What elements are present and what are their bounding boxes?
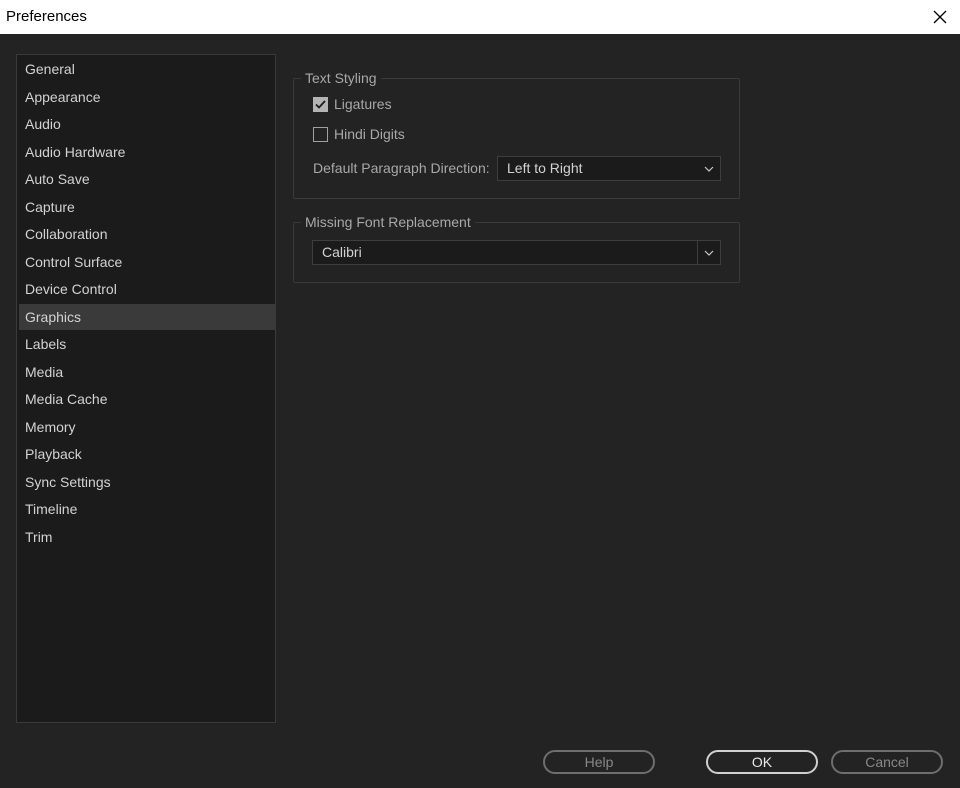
paragraph-direction-select[interactable]: Left to Right [497,156,721,181]
sidebar-item-device-control[interactable]: Device Control [19,276,275,302]
sidebar-item-auto-save[interactable]: Auto Save [19,166,275,192]
sidebar-item-memory[interactable]: Memory [19,414,275,440]
window-title: Preferences [6,8,87,25]
missing-font-title: Missing Font Replacement [301,214,475,230]
sidebar-item-labels[interactable]: Labels [19,331,275,357]
ligatures-label: Ligatures [334,96,392,112]
sidebar-item-audio[interactable]: Audio [19,111,275,137]
sidebar-item-trim[interactable]: Trim [19,524,275,550]
sidebar-item-capture[interactable]: Capture [19,194,275,220]
sidebar-item-media[interactable]: Media [19,359,275,385]
paragraph-direction-label: Default Paragraph Direction: [313,160,490,176]
hindi-digits-checkbox-box[interactable] [313,126,328,142]
text-styling-title: Text Styling [301,70,381,86]
sidebar-item-playback[interactable]: Playback [19,441,275,467]
sidebar-item-timeline[interactable]: Timeline [19,496,275,522]
missing-font-value: Calibri [322,244,362,260]
hindi-digits-checkbox[interactable]: Hindi Digits [313,126,405,142]
preferences-category-list: General Appearance Audio Audio Hardware Auto… [16,54,276,723]
sidebar-item-general[interactable]: General [19,56,275,82]
sidebar-item-graphics[interactable]: Graphics [19,303,275,330]
sidebar-item-sync-settings[interactable]: Sync Settings [19,469,275,495]
sidebar-item-collaboration[interactable]: Collaboration [19,221,275,247]
cancel-button[interactable]: Cancel [831,750,943,774]
paragraph-direction-value: Left to Right [507,160,583,176]
close-icon[interactable] [920,0,960,34]
sidebar-item-audio-hardware[interactable]: Audio Hardware [19,139,275,165]
chevron-down-icon[interactable] [698,157,720,180]
ligatures-checkbox-box[interactable] [313,96,328,112]
ligatures-checkbox[interactable]: Ligatures [313,96,392,112]
sidebar-item-appearance[interactable]: Appearance [19,84,275,110]
help-button[interactable]: Help [543,750,655,774]
chevron-down-icon[interactable] [697,241,720,264]
title-bar: Preferences [0,0,960,34]
sidebar-item-control-surface[interactable]: Control Surface [19,249,275,275]
hindi-digits-label: Hindi Digits [334,126,405,142]
ok-button[interactable]: OK [706,750,818,774]
sidebar-item-media-cache[interactable]: Media Cache [19,386,275,412]
missing-font-select[interactable]: Calibri [312,240,721,265]
